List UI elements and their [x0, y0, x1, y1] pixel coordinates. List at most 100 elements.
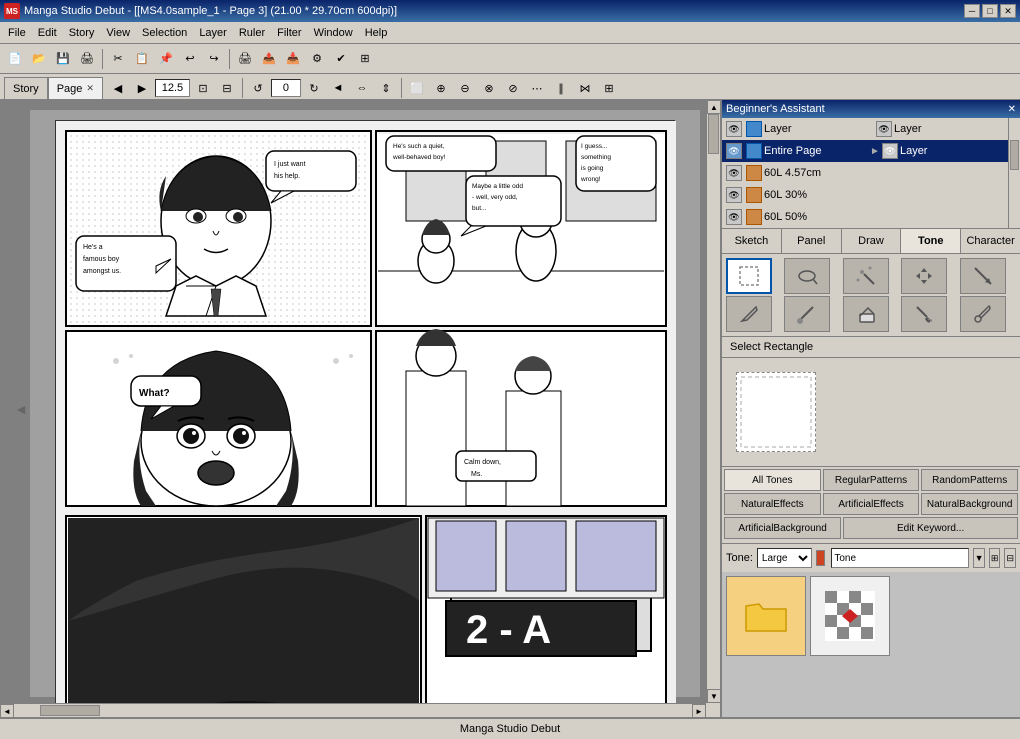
- scroll-down-arrow[interactable]: ▼: [707, 689, 720, 703]
- rotation-input[interactable]: [271, 79, 301, 97]
- tone-cat-all[interactable]: All Tones: [724, 469, 821, 491]
- tool8[interactable]: ⋈: [574, 77, 596, 99]
- menu-layer[interactable]: Layer: [193, 23, 233, 43]
- tab-page[interactable]: Page ✕: [48, 77, 103, 99]
- toolbar-copy[interactable]: 📋: [131, 48, 153, 70]
- flip-v[interactable]: ⇕: [375, 77, 397, 99]
- tab-character[interactable]: Character: [961, 229, 1020, 253]
- tone-btn-3[interactable]: ⊟: [1004, 548, 1016, 568]
- tool-arrow[interactable]: [960, 258, 1006, 294]
- tone-cat-regular[interactable]: RegularPatterns: [823, 469, 920, 491]
- scroll-thumb-v[interactable]: [708, 114, 719, 154]
- layers-scroll-thumb[interactable]: [1010, 140, 1019, 170]
- scroll-left-arrow[interactable]: ◄: [0, 704, 14, 717]
- tab-actual[interactable]: ⊟: [216, 77, 238, 99]
- menu-help[interactable]: Help: [359, 23, 394, 43]
- toolbar-save[interactable]: 💾: [52, 48, 74, 70]
- tab-close-btn[interactable]: ✕: [86, 83, 94, 94]
- layer-eye-1[interactable]: 👁: [726, 121, 742, 137]
- tone-cat-naturalbg[interactable]: NaturalBackground: [921, 493, 1018, 515]
- canvas-area[interactable]: ◄: [0, 100, 720, 717]
- menu-view[interactable]: View: [100, 23, 136, 43]
- layer-eye-r2[interactable]: 👁: [882, 143, 898, 159]
- toolbar-check[interactable]: ✔: [330, 48, 352, 70]
- toolbar-grid[interactable]: ⊞: [354, 48, 376, 70]
- rot-prev[interactable]: ↺: [247, 77, 269, 99]
- scroll-thumb-h[interactable]: [40, 705, 100, 716]
- select-all[interactable]: ⬜: [406, 77, 428, 99]
- layer-eye-r1[interactable]: 👁: [876, 121, 892, 137]
- tone-cat-keyword[interactable]: Edit Keyword...: [843, 517, 1018, 539]
- tool-lasso[interactable]: [784, 258, 830, 294]
- panel-close-btn[interactable]: ✕: [1008, 104, 1016, 115]
- tab-prev-page[interactable]: ◀: [107, 77, 129, 99]
- toolbar-open[interactable]: 📂: [28, 48, 50, 70]
- toolbar-new[interactable]: 📄: [4, 48, 26, 70]
- page-prev-arrow[interactable]: ◄: [14, 401, 28, 417]
- tool-move[interactable]: [901, 258, 947, 294]
- toolbar-print[interactable]: 🖨: [76, 48, 98, 70]
- layer-row-5[interactable]: 👁 60L 50%: [722, 206, 1008, 228]
- layer-eye-5[interactable]: 👁: [726, 209, 742, 225]
- tone-cat-random[interactable]: RandomPatterns: [921, 469, 1018, 491]
- toolbar-undo[interactable]: ↩: [179, 48, 201, 70]
- toolbar-export[interactable]: 📤: [258, 48, 280, 70]
- layer-row-3[interactable]: 👁 60L 4.57cm: [722, 162, 1008, 184]
- menu-edit[interactable]: Edit: [32, 23, 63, 43]
- canvas-scrollbar-h[interactable]: ◄ ►: [0, 703, 706, 717]
- tone-btn-2[interactable]: ⊞: [989, 548, 1001, 568]
- layer-eye-4[interactable]: 👁: [726, 187, 742, 203]
- tone-cat-natural[interactable]: NaturalEffects: [724, 493, 821, 515]
- tool-fill[interactable]: [901, 296, 947, 332]
- tone-cat-artificialbg[interactable]: ArtificialBackground: [724, 517, 841, 539]
- close-button[interactable]: ✕: [1000, 4, 1016, 18]
- rot-next[interactable]: ↻: [303, 77, 325, 99]
- tab-fit[interactable]: ⊡: [192, 77, 214, 99]
- tone-size-select[interactable]: Large Medium Small: [757, 548, 812, 568]
- toolbar-cut[interactable]: ✂: [107, 48, 129, 70]
- menu-file[interactable]: File: [2, 23, 32, 43]
- tone-item-folder[interactable]: [726, 576, 806, 656]
- toolbar-import[interactable]: 📥: [282, 48, 304, 70]
- tool2[interactable]: ⊕: [430, 77, 452, 99]
- tab-story[interactable]: Story: [4, 77, 48, 99]
- tone-cat-artificial[interactable]: ArtificialEffects: [823, 493, 920, 515]
- tone-items[interactable]: [722, 572, 1020, 717]
- tab-tone[interactable]: Tone: [901, 229, 961, 253]
- tab-next-page[interactable]: ▶: [131, 77, 153, 99]
- menu-ruler[interactable]: Ruler: [233, 23, 271, 43]
- tab-panel[interactable]: Panel: [782, 229, 842, 253]
- tool-magic-wand[interactable]: [843, 258, 889, 294]
- maximize-button[interactable]: □: [982, 4, 998, 18]
- tab-sketch[interactable]: Sketch: [722, 229, 782, 253]
- menu-filter[interactable]: Filter: [271, 23, 307, 43]
- layer-eye-2[interactable]: 👁: [726, 143, 742, 159]
- arrow-left-btn[interactable]: ◄: [327, 77, 349, 99]
- tool4[interactable]: ⊗: [478, 77, 500, 99]
- zoom-input[interactable]: [155, 79, 190, 97]
- layer-row-2[interactable]: 👁 Entire Page ► 👁 Layer: [722, 140, 1008, 162]
- toolbar-settings[interactable]: ⚙: [306, 48, 328, 70]
- menu-window[interactable]: Window: [308, 23, 359, 43]
- minimize-button[interactable]: ─: [964, 4, 980, 18]
- tool-eyedropper[interactable]: [960, 296, 1006, 332]
- scroll-right-arrow[interactable]: ►: [692, 704, 706, 717]
- layer-row-4[interactable]: 👁 60L 30%: [722, 184, 1008, 206]
- toolbar-redo[interactable]: ↪: [203, 48, 225, 70]
- layer-eye-3[interactable]: 👁: [726, 165, 742, 181]
- layer-row-1[interactable]: 👁 Layer 👁 Layer: [722, 118, 1008, 140]
- flip-h[interactable]: ⇔: [351, 77, 373, 99]
- tool5[interactable]: ⊘: [502, 77, 524, 99]
- scroll-up-arrow[interactable]: ▲: [707, 100, 720, 114]
- toolbar-print2[interactable]: 🖨: [234, 48, 256, 70]
- tool7[interactable]: ∥: [550, 77, 572, 99]
- tab-draw[interactable]: Draw: [842, 229, 902, 253]
- tone-btn-1[interactable]: ▼: [973, 548, 985, 568]
- tone-name-input[interactable]: [831, 548, 969, 568]
- tool6[interactable]: ⋯: [526, 77, 548, 99]
- toolbar-paste[interactable]: 📌: [155, 48, 177, 70]
- tool-brush[interactable]: [784, 296, 830, 332]
- tool-select-rect[interactable]: [726, 258, 772, 294]
- menu-story[interactable]: Story: [63, 23, 101, 43]
- menu-selection[interactable]: Selection: [136, 23, 193, 43]
